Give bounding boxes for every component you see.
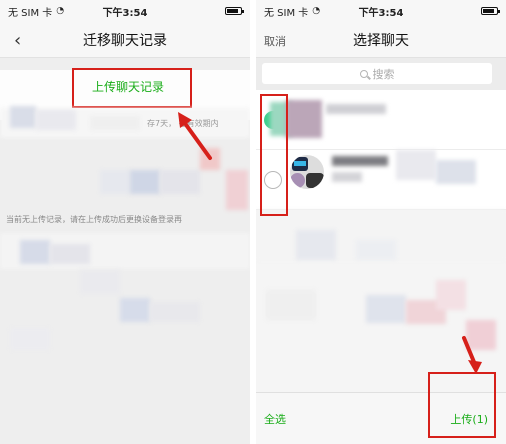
blurred-region — [100, 170, 130, 194]
search-placeholder: 搜索 — [372, 67, 395, 81]
blurred-region — [10, 328, 50, 350]
annotation-highlight-upload — [72, 68, 192, 108]
blurred-region — [36, 110, 76, 130]
blurred-region — [50, 244, 90, 264]
blurred-region — [150, 302, 200, 322]
battery-icon — [481, 7, 500, 15]
status-bar: 无 SIM 卡 ◔ 下午3:54 — [256, 0, 506, 22]
blurred-region — [10, 106, 36, 128]
blurred-region — [200, 148, 220, 170]
blurred-region — [326, 104, 386, 114]
blurred-region — [436, 160, 476, 184]
blurred-region — [436, 280, 466, 310]
search-bar: 搜索 — [256, 58, 506, 90]
blurred-region — [286, 100, 322, 138]
chat-row[interactable] — [256, 90, 506, 150]
blurred-region — [332, 156, 388, 166]
blurred-region — [226, 170, 248, 210]
wifi-icon: ◔ — [312, 6, 321, 16]
blurred-region — [466, 320, 496, 350]
wifi-icon: ◔ — [56, 6, 65, 16]
blurred-region — [396, 150, 436, 180]
nav-bar: ‹ 迁移聊天记录 — [0, 22, 250, 58]
blurred-region — [20, 240, 50, 264]
nav-bar: 取消 选择聊天 — [256, 22, 506, 58]
cancel-button[interactable]: 取消 — [264, 33, 286, 49]
battery-icon — [225, 7, 244, 15]
migrate-chat-screen: 无 SIM 卡 ◔ 下午3:54 ‹ 迁移聊天记录 上传聊天记录 存7天， 在有… — [0, 0, 250, 444]
blurred-region — [120, 298, 150, 322]
select-chat-screen: 无 SIM 卡 ◔ 下午3:54 取消 选择聊天 搜索 全选 上传(1) — [256, 0, 506, 444]
blurred-region — [332, 172, 362, 182]
carrier-label: 无 SIM 卡 — [8, 7, 53, 19]
search-input[interactable]: 搜索 — [262, 63, 492, 84]
annotation-highlight-upload-button — [428, 372, 496, 438]
select-all-button[interactable]: 全选 — [264, 411, 286, 427]
blurred-region — [356, 240, 396, 260]
page-title: 迁移聊天记录 — [83, 32, 167, 49]
blurred-region — [296, 230, 336, 260]
chat-row[interactable] — [256, 150, 506, 210]
avatar — [290, 155, 324, 189]
chevron-left-icon[interactable]: ‹ — [14, 30, 21, 51]
page-title: 选择聊天 — [353, 32, 409, 49]
blurred-region — [160, 170, 200, 194]
carrier-label: 无 SIM 卡 — [264, 7, 309, 19]
blurred-region — [366, 295, 406, 323]
retention-hint: 存7天， 在有效期内 — [147, 119, 219, 128]
migrate-body: 上传聊天记录 存7天， 在有效期内 当前无上传记录，请在上传成功后更换设备登录再 — [0, 58, 250, 444]
upload-status-note: 当前无上传记录，请在上传成功后更换设备登录再 — [6, 215, 182, 224]
search-icon — [359, 69, 368, 78]
blurred-region — [266, 290, 316, 320]
status-bar: 无 SIM 卡 ◔ 下午3:54 — [0, 0, 250, 22]
blurred-region — [130, 170, 160, 194]
blurred-region — [80, 270, 120, 294]
blurred-region — [90, 116, 140, 130]
annotation-highlight-radios — [260, 94, 288, 216]
